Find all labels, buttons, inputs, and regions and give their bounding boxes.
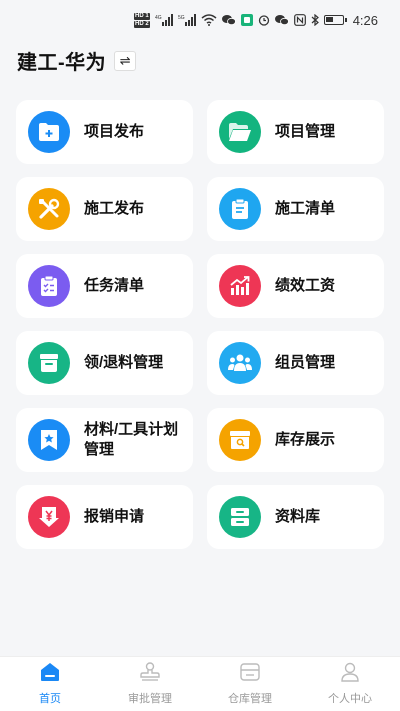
switch-project-button[interactable]: ⇌ [114, 50, 137, 71]
battery-icon [323, 15, 347, 25]
menu-item-label: 资料库 [275, 508, 321, 525]
checklist-icon [28, 265, 70, 307]
status-time: 4:26 [352, 12, 378, 28]
feature-grid: 项目发布 项目管理 施工发布 施工清单 任务清单 绩效工资 领/退料管理 组员管… [16, 100, 384, 549]
chart-up-icon [219, 265, 261, 307]
menu-item-label: 材料/工具计划管理 [84, 421, 179, 458]
menu-item-label: 库存展示 [275, 431, 336, 448]
menu-item-label: 施工清单 [275, 200, 336, 217]
menu-item-project-publish[interactable]: 项目发布 [16, 100, 193, 164]
warehouse-icon [239, 662, 261, 687]
tab-approval[interactable]: 审批管理 [100, 662, 200, 706]
menu-item-construction-publish[interactable]: 施工发布 [16, 177, 193, 241]
folder-open-icon [219, 111, 261, 153]
tab-label: 仓库管理 [228, 693, 272, 705]
menu-item-label: 报销申请 [84, 508, 145, 525]
menu-item-label: 领/退料管理 [84, 354, 164, 371]
bluetooth-icon [311, 13, 319, 27]
menu-item-performance-pay[interactable]: 绩效工资 [207, 254, 384, 318]
menu-item-construction-list[interactable]: 施工清单 [207, 177, 384, 241]
bottom-tab-bar: 首页 审批管理 仓库管理 个人中心 [0, 656, 400, 711]
alarm-icon [258, 13, 270, 27]
hd-indicator: HD 1 HD 2 [134, 12, 150, 28]
menu-item-project-manage[interactable]: 项目管理 [207, 100, 384, 164]
tab-warehouse[interactable]: 仓库管理 [200, 662, 300, 706]
box-search-icon [219, 419, 261, 461]
wechat-icon [221, 13, 236, 27]
cabinet-icon [219, 496, 261, 538]
page-title: 建工-华为 [17, 52, 107, 74]
menu-item-reimbursement[interactable]: 报销申请 [16, 485, 193, 549]
menu-item-label: 施工发布 [84, 200, 145, 217]
page-header: 建工-华为 ⇌ [17, 46, 137, 75]
svg-text:4G: 4G [155, 15, 162, 21]
bookmark-star-icon [28, 419, 70, 461]
wechat-icon-2 [274, 13, 289, 27]
svg-text:5G: 5G [178, 15, 185, 21]
menu-item-label: 任务清单 [84, 277, 145, 294]
yen-download-icon [28, 496, 70, 538]
user-icon [339, 662, 361, 687]
menu-item-inventory-display[interactable]: 库存展示 [207, 408, 384, 472]
signal-icon-1: 4G [155, 13, 173, 27]
menu-item-material-return[interactable]: 领/退料管理 [16, 331, 193, 395]
folder-add-icon [28, 111, 70, 153]
wifi-icon [201, 13, 217, 27]
tab-profile[interactable]: 个人中心 [300, 662, 400, 706]
menu-item-label: 组员管理 [275, 354, 336, 371]
signal-icon-2: 5G [178, 13, 196, 27]
menu-item-member-manage[interactable]: 组员管理 [207, 331, 384, 395]
tab-label: 个人中心 [328, 693, 372, 705]
menu-item-task-list[interactable]: 任务清单 [16, 254, 193, 318]
menu-item-label: 项目管理 [275, 123, 336, 140]
tab-home[interactable]: 首页 [0, 662, 100, 706]
nfc-icon [293, 13, 306, 27]
clipboard-icon [219, 188, 261, 230]
menu-item-label: 绩效工资 [275, 277, 336, 294]
menu-item-data-library[interactable]: 资料库 [207, 485, 384, 549]
tools-icon [28, 188, 70, 230]
group-icon [219, 342, 261, 384]
tab-label: 首页 [39, 693, 61, 705]
status-bar: HD 1 HD 2 4G 5G 4:26 [0, 0, 400, 40]
tab-label: 审批管理 [128, 693, 172, 705]
app-notification-icon [240, 13, 253, 27]
stamp-icon [139, 662, 161, 687]
menu-item-label: 项目发布 [84, 123, 145, 140]
menu-item-material-plan[interactable]: 材料/工具计划管理 [16, 408, 193, 472]
inbox-tray-icon [28, 342, 70, 384]
swap-icon: ⇌ [119, 52, 131, 68]
home-icon [39, 662, 61, 687]
